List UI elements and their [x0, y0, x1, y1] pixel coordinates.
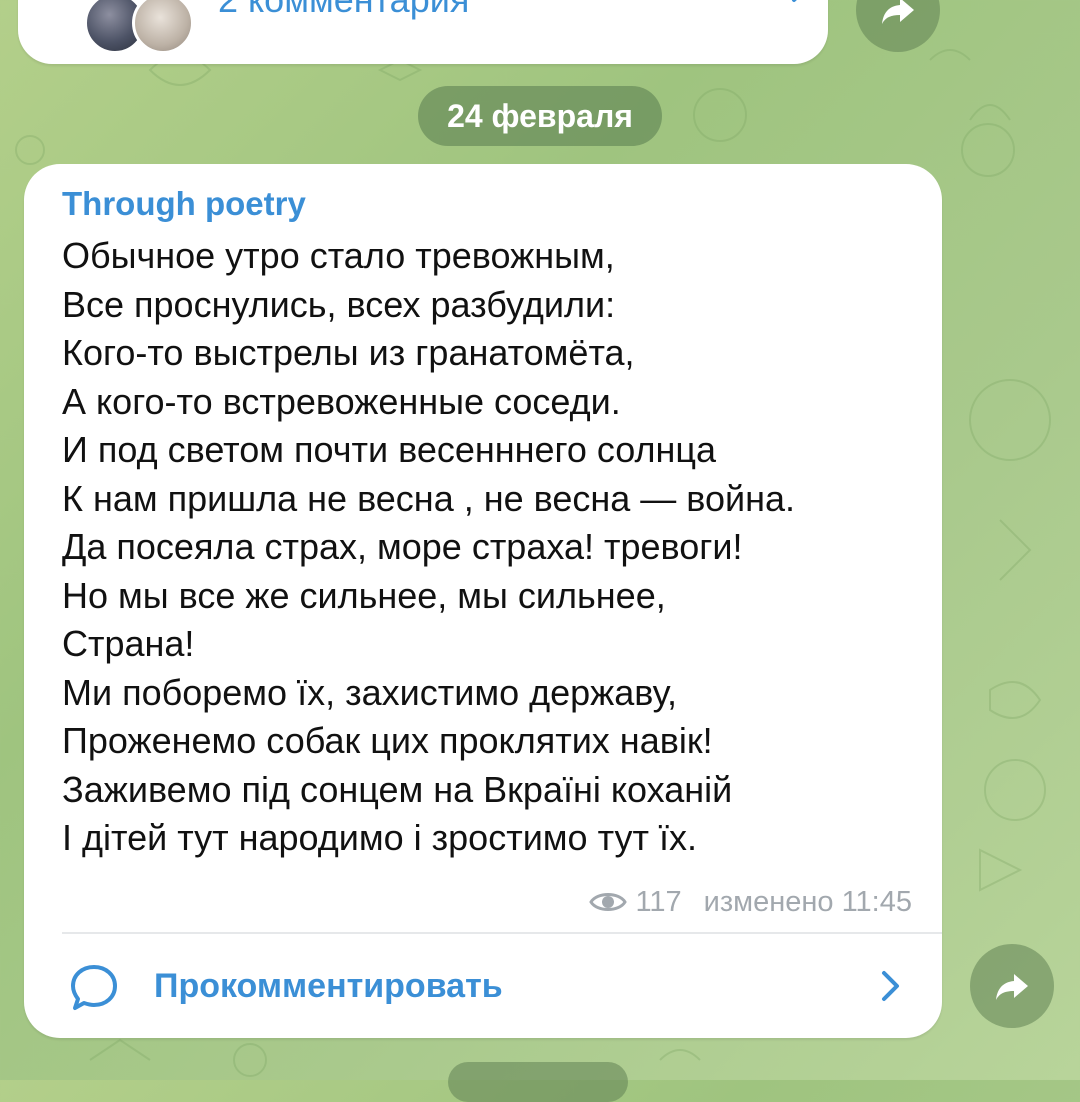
share-forward-icon — [882, 0, 914, 24]
comment-bubble-icon — [71, 965, 117, 1010]
post-text-line: И под светом почти весенннего солнца — [62, 429, 717, 470]
comments-count-link[interactable]: 2 комментария — [218, 0, 469, 20]
post-text-line: Все проснулись, всех разбудили: — [62, 283, 616, 325]
chevron-right-icon — [792, 0, 797, 2]
post-author[interactable]: Through poetry — [62, 182, 306, 226]
post-text-line: Кого-то выстрелы из гранатомёта, — [62, 332, 635, 373]
post-text-line: Ми поборемо їх, захистимо державу, — [62, 671, 677, 713]
commenter-avatars — [68, 0, 198, 54]
channel-post: Through poetry Обычное утро стало тревож… — [24, 164, 942, 1038]
post-text-line: Но мы все же сильнее, мы сильнее, — [62, 574, 666, 616]
eye-icon — [589, 893, 628, 911]
post-text-line: Проженемо собак цих проклятих навік! — [62, 720, 713, 761]
post-text: Обычное утро стало тревожным, Все просну… — [62, 232, 922, 863]
post-text-line: Да посеяла страх, море страха! тревоги! — [62, 526, 743, 567]
post-text-line: А кого-то встревоженные соседи. — [62, 380, 621, 422]
chevron-right-icon — [882, 971, 899, 1001]
share-forward-icon — [996, 974, 1028, 1000]
share-button[interactable] — [970, 944, 1054, 1028]
next-date-divider — [448, 1062, 628, 1102]
avatar — [132, 0, 194, 54]
post-text-line: І дітей тут народимо і зростимо тут їх. — [62, 817, 697, 858]
leave-comment-button[interactable]: Прокомментировать — [24, 934, 942, 1038]
post-text-line: Страна! — [62, 623, 195, 664]
date-divider: 24 февраля — [418, 86, 662, 146]
comment-action-label: Прокомментировать — [154, 967, 503, 1005]
post-text-line: Заживемо під сонцем на Вкраїні коханій — [62, 768, 733, 810]
edited-timestamp: изменено 11:45 — [703, 885, 912, 918]
post-text-line: Обычное утро стало тревожным, — [62, 235, 615, 276]
post-meta: 117 изменено 11:45 — [589, 882, 912, 922]
view-count: 117 — [635, 885, 682, 918]
previous-message-footer[interactable]: 2 комментария — [18, 0, 828, 64]
post-text-line: К нам пришла не весна , не весна — война… — [62, 477, 796, 519]
